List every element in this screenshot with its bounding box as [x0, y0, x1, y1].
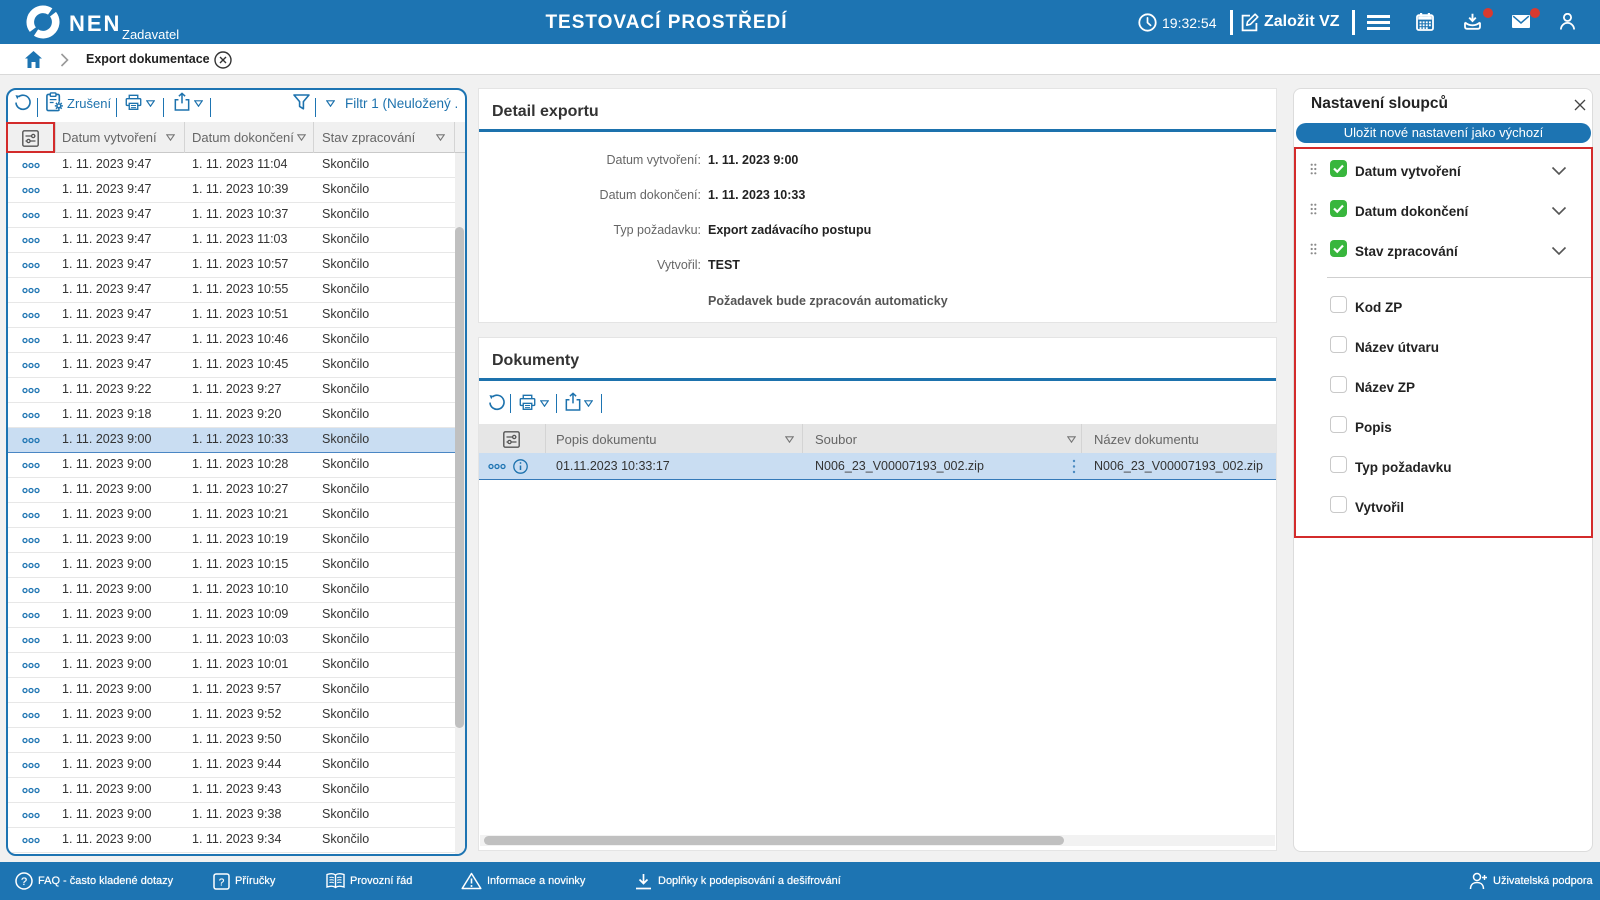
svg-text:?: ? [219, 877, 225, 888]
svg-text:?: ? [21, 876, 27, 888]
